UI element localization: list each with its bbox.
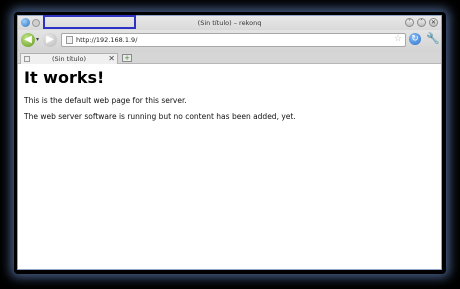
page-paragraph-2: The web server software is running but n… <box>24 112 296 121</box>
tab-sin-titulo[interactable]: (Sin título) ✕ <box>20 53 118 64</box>
maximize-button[interactable]: ˄ <box>417 18 426 27</box>
page-icon <box>66 36 73 44</box>
tab-bar: (Sin título) ✕ + <box>18 52 441 64</box>
back-button[interactable]: ◀ <box>21 33 35 47</box>
navigation-toolbar: ◀ ▾ ▶ http://192.168.1.9/ ☆ ↻ 🔧 <box>18 30 441 52</box>
tab-label: (Sin título) <box>52 55 86 63</box>
back-history-dropdown[interactable]: ▾ <box>36 36 39 43</box>
page-paragraph-1: This is the default web page for this se… <box>24 96 187 105</box>
address-bar[interactable]: http://192.168.1.9/ ☆ <box>61 33 406 47</box>
close-window-button[interactable]: ✕ <box>429 18 438 27</box>
page-heading: It works! <box>24 68 105 87</box>
tools-menu-icon[interactable]: 🔧 <box>426 32 440 45</box>
page-content: It works! This is the default web page f… <box>24 65 435 269</box>
reload-button[interactable]: ↻ <box>409 33 421 45</box>
forward-button[interactable]: ▶ <box>43 33 57 47</box>
minimize-button[interactable]: ˅ <box>405 18 414 27</box>
browser-window: (Sin título) – rekonq ˅ ˄ ✕ ◀ ▾ ▶ http:/… <box>17 15 442 270</box>
url-text[interactable]: http://192.168.1.9/ <box>76 36 137 44</box>
bookmark-star-icon[interactable]: ☆ <box>394 34 402 44</box>
url-highlight-box <box>43 15 136 29</box>
new-tab-button[interactable]: + <box>122 54 132 62</box>
close-tab-icon[interactable]: ✕ <box>108 54 115 63</box>
